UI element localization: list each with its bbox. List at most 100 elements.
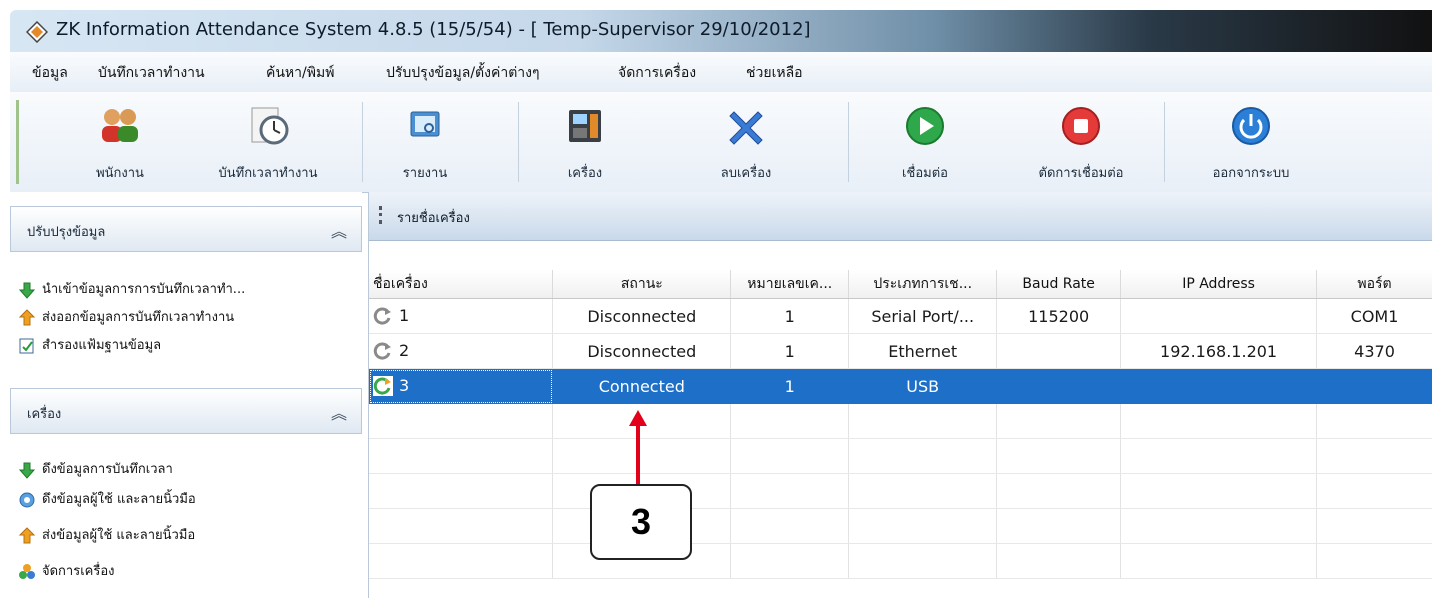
title-bar: ZK Information Attendance System 4.8.5 (… [10,10,1432,52]
device-icon [569,110,601,142]
refresh-gray-icon [373,342,391,360]
status-cell: Disconnected [552,333,732,369]
report-label: รายงาน [402,166,448,181]
table-row-empty [369,473,1432,509]
annotation-arrow [636,420,640,486]
orange-arrow-up-icon [18,526,36,543]
device-button[interactable]: เครื่อง [530,92,640,192]
logout-button[interactable]: ออกจากระบบ [1186,92,1316,192]
column-header-port[interactable]: พอร์ต [1316,270,1432,299]
menu-help[interactable]: ช่วยเหลือ [746,62,803,84]
menu-attendance[interactable]: บันทึกเวลาทำงาน [98,62,205,84]
ip-address-cell [1120,368,1318,404]
sidebar-item-import[interactable]: นำเข้าข้อมูลการการบันทึกเวลาทำ... [18,278,245,299]
app-icon [26,21,48,43]
sidebar-item-label: ดึงข้อมูลผู้ใช้ และลายนิ้วมือ [42,492,196,507]
collapse-chevron-icon[interactable]: ︽ [331,218,347,242]
table-row-selected[interactable]: 3 Connected 1 USB [369,368,1432,404]
port-cell: COM1 [1316,298,1432,334]
connect-button[interactable]: เชื่อมต่อ [870,92,980,192]
baud-rate-cell [996,333,1122,369]
sidebar: ปรับปรุงข้อมูล ︽ นำเข้าข้อมูลการการบันทึ… [10,192,362,598]
toolbar-separator [362,102,363,182]
sidebar-item-backup[interactable]: สำรองแฟ้มฐานข้อมูล [18,334,161,355]
collapse-chevron-icon[interactable]: ︽ [331,400,347,424]
blue-circle-icon [19,492,35,507]
column-header-name[interactable]: ชื่อเครื่อง [369,270,554,299]
device-table: ชื่อเครื่อง สถานะ หมายเลขเค... ประเภทการ… [369,270,1432,579]
baud-rate-cell [996,368,1122,404]
stop-icon [1062,107,1100,145]
green-arrow-down-icon [18,462,36,479]
refresh-connected-icon [373,376,393,397]
menu-bar: ข้อมูล บันทึกเวลาทำงาน ค้นหา/พิมพ์ ปรับป… [10,52,1432,93]
device-name-cell: 2 [369,333,554,369]
power-icon [1232,107,1270,145]
menu-search-print[interactable]: ค้นหา/พิมพ์ [266,62,334,84]
delete-device-button[interactable]: ลบเครื่อง [686,92,806,192]
sidebar-item-export[interactable]: ส่งออกข้อมูลการบันทึกเวลาทำงาน [18,306,234,327]
machine-number-cell: 1 [730,333,850,369]
disconnect-button[interactable]: ตัดการเชื่อมต่อ [1006,92,1156,192]
table-row[interactable]: 2 Disconnected 1 Ethernet 192.168.1.201 … [369,333,1432,369]
device-name: 2 [399,340,410,360]
column-header-machine-number[interactable]: หมายเลขเค... [730,270,850,299]
device-name: 1 [399,305,410,325]
table-row-empty [369,438,1432,474]
backup-database-icon [19,338,34,353]
ip-address-cell [1120,298,1318,334]
panel-header-update-data[interactable]: ปรับปรุงข้อมูล ︽ [10,206,362,252]
panel-header-device[interactable]: เครื่อง ︽ [10,388,362,434]
status-cell: Connected [552,368,732,404]
menu-settings[interactable]: ปรับปรุงข้อมูล/ตั้งค่าต่างๆ [386,62,540,84]
delete-x-icon [729,111,763,145]
device-list-title: รายชื่อเครื่อง [397,211,470,226]
machine-number-cell: 1 [730,298,850,334]
table-row-empty [369,543,1432,579]
column-header-connection-type[interactable]: ประเภทการเช... [848,270,998,299]
sidebar-item-label: นำเข้าข้อมูลการการบันทึกเวลาทำ... [42,282,246,297]
employee-button[interactable]: พนักงาน [60,92,180,192]
connect-label: เชื่อมต่อ [902,166,948,181]
logout-label: ออกจากระบบ [1212,166,1290,181]
green-arrow-down-icon [18,282,36,299]
table-row[interactable]: 1 Disconnected 1 Serial Port/... 115200 … [369,298,1432,334]
attendance-button[interactable]: บันทึกเวลาทำงาน [188,92,348,192]
toolbar-accent-bar [16,100,19,184]
sidebar-item-label: ส่งออกข้อมูลการบันทึกเวลาทำงาน [42,310,235,325]
disconnect-label: ตัดการเชื่อมต่อ [1038,166,1124,181]
sidebar-item-upload-users[interactable]: ส่งข้อมูลผู้ใช้ และลายนิ้วมือ [18,524,195,545]
sidebar-item-download-logs[interactable]: ดึงข้อมูลการบันทึกเวลา [18,458,173,479]
sidebar-item-download-users[interactable]: ดึงข้อมูลผู้ใช้ และลายนิ้วมือ [18,488,196,509]
employees-icon [102,109,138,142]
device-name: 3 [399,375,410,395]
connection-type-cell: Serial Port/... [848,298,998,334]
device-list-panel: รายชื่อเครื่อง ชื่อเครื่อง สถานะ หมายเลข… [368,192,1432,598]
status-cell: Disconnected [552,298,732,334]
toolbar-separator [518,102,519,182]
table-row-empty [369,508,1432,544]
device-list-header: รายชื่อเครื่อง [369,192,1432,241]
report-icon [410,111,440,137]
orange-arrow-up-icon [18,308,36,325]
attendance-label: บันทึกเวลาทำงาน [218,166,318,181]
port-cell [1316,368,1432,404]
device-name-cell: 1 [369,298,554,334]
column-header-status[interactable]: สถานะ [552,270,732,299]
column-header-baud-rate[interactable]: Baud Rate [996,270,1122,299]
grip-icon [379,206,385,224]
delete-device-label: ลบเครื่อง [720,166,772,181]
table-row-empty [369,403,1432,439]
report-button[interactable]: รายงาน [370,92,480,192]
device-label: เครื่อง [567,166,603,181]
panel-title: เครื่อง [27,407,62,422]
toolbar-separator [848,102,849,182]
play-icon [906,107,944,145]
menu-data[interactable]: ข้อมูล [32,62,68,84]
sidebar-item-manage-devices[interactable]: จัดการเครื่อง [18,560,115,581]
device-name-cell: 3 [369,368,554,404]
employee-label: พนักงาน [96,166,144,181]
column-header-ip-address[interactable]: IP Address [1120,270,1318,299]
menu-device-management[interactable]: จัดการเครื่อง [618,62,696,84]
toolbar-separator [1164,102,1165,182]
